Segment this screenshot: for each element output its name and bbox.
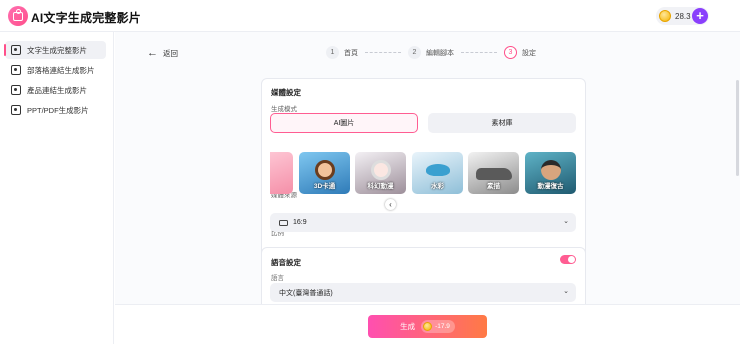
add-credits-button[interactable]: + xyxy=(692,8,708,24)
sidebar-item-text-to-video[interactable]: 文字生成完整影片 xyxy=(4,41,106,59)
style-thumbnail-sketch[interactable]: 素描 xyxy=(468,152,519,194)
app-title: AI文字生成完整影片 xyxy=(31,11,142,25)
app-logo-icon xyxy=(8,6,28,26)
step-number: 1 xyxy=(326,46,339,59)
mode-library-button[interactable]: 素材庫 xyxy=(428,113,576,133)
sidebar-item-ppt-to-video[interactable]: PPT/PDF生成影片 xyxy=(5,101,106,119)
aspect-ratio-icon xyxy=(279,219,288,226)
product-icon xyxy=(11,85,21,95)
app-header: AI文字生成完整影片 28.3 + xyxy=(0,0,740,32)
style-thumbnail-3d-cartoon[interactable]: 3D卡通 xyxy=(299,152,350,194)
voice-settings-title: 語音設定 xyxy=(271,258,301,267)
ratio-select[interactable]: 16:9 ⌄ xyxy=(270,213,576,232)
style-thumbnail-retro-anime[interactable]: 動漫復古 xyxy=(525,152,576,194)
main-content: ← 返回 1 首頁 2 編輯腳本 3 設定 媒體設定 生成模式 媒體來源 比例 … xyxy=(115,32,740,344)
media-settings-title: 媒體設定 xyxy=(271,88,301,97)
blog-icon xyxy=(11,65,21,75)
generate-button[interactable]: 生成 -17.9 xyxy=(368,315,487,338)
mode-ai-image-button[interactable]: AI圖片 xyxy=(270,113,418,133)
step-number: 2 xyxy=(408,46,421,59)
step-label: 首頁 xyxy=(344,49,358,57)
carousel-prev-button[interactable]: ‹ xyxy=(385,199,396,210)
sidebar: 文字生成完整影片 部落格連結生成影片 產品連結生成影片 PPT/PDF生成影片 xyxy=(0,32,114,344)
step-divider xyxy=(365,52,401,53)
sidebar-item-label: 文字生成完整影片 xyxy=(27,45,87,55)
cost-value: -17.9 xyxy=(435,323,450,330)
language-label: 語言 xyxy=(271,275,284,282)
step-label: 設定 xyxy=(522,49,536,57)
chevron-down-icon: ⌄ xyxy=(563,288,569,295)
style-thumbnail[interactable] xyxy=(270,152,293,194)
sidebar-item-blog-to-video[interactable]: 部落格連結生成影片 xyxy=(5,61,106,79)
arrow-left-icon: ← xyxy=(147,47,158,59)
video-icon xyxy=(11,45,21,55)
coin-icon xyxy=(659,10,671,22)
step-label: 編輯腳本 xyxy=(426,49,454,57)
language-select[interactable]: 中文(臺灣普通話) ⌄ xyxy=(270,283,576,302)
sidebar-item-product-to-video[interactable]: 產品連結生成影片 xyxy=(5,81,106,99)
sidebar-item-label: 產品連結生成影片 xyxy=(27,85,87,95)
style-thumbnail-scifi-anime[interactable]: 科幻動漫 xyxy=(355,152,406,194)
credits-badge[interactable]: 28.3 + xyxy=(656,7,709,25)
back-label: 返回 xyxy=(163,48,178,58)
coin-icon xyxy=(423,322,433,331)
scrollbar[interactable] xyxy=(736,80,739,176)
style-thumbnail-watercolor[interactable]: 水彩 xyxy=(412,152,463,194)
footer-bar: 生成 -17.9 xyxy=(115,304,740,344)
sidebar-item-label: 部落格連結生成影片 xyxy=(27,65,95,75)
step-divider xyxy=(461,52,497,53)
step-number-active: 3 xyxy=(504,46,517,59)
mode-label: 生成模式 xyxy=(271,106,297,113)
presentation-icon xyxy=(11,105,21,115)
voice-toggle[interactable] xyxy=(560,255,576,264)
generate-label: 生成 xyxy=(400,322,416,331)
sidebar-item-label: PPT/PDF生成影片 xyxy=(27,105,89,115)
language-value: 中文(臺灣普通話) xyxy=(279,289,333,297)
credits-amount: 28.3 xyxy=(675,11,691,21)
style-carousel: 3D卡通 科幻動漫 水彩 素描 動漫復古 xyxy=(270,152,576,194)
step-indicator: 1 首頁 2 編輯腳本 3 設定 xyxy=(326,46,536,59)
cost-pill: -17.9 xyxy=(421,320,455,333)
ratio-value: 16:9 xyxy=(293,219,307,226)
chevron-down-icon: ⌄ xyxy=(563,218,569,225)
back-button[interactable]: ← 返回 xyxy=(147,47,178,59)
